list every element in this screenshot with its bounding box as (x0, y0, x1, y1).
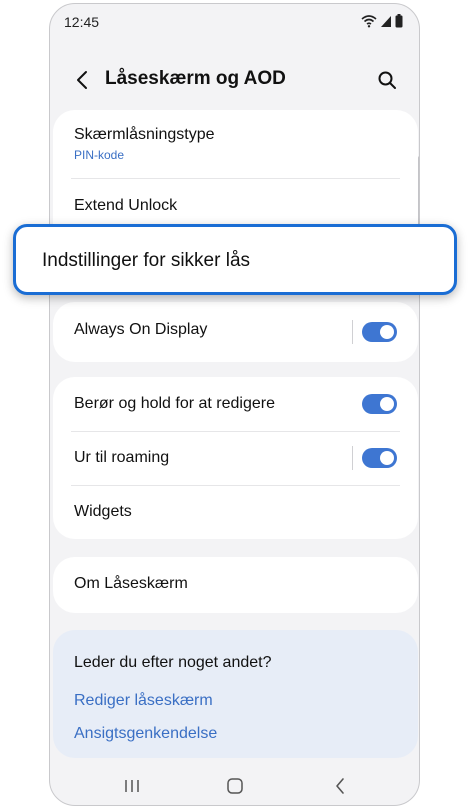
recent-apps-icon (125, 780, 139, 792)
toggle-knob (380, 397, 394, 411)
divider (352, 446, 353, 470)
roaming-clock-item[interactable]: Ur til roaming (53, 432, 418, 485)
suggestions-card: Leder du efter noget andet? Rediger låse… (53, 630, 418, 758)
suggestions-title: Leder du efter noget andet? (74, 654, 272, 671)
about-lockscreen-title: Om Låseskærm (74, 575, 188, 592)
signal-icon (380, 15, 392, 33)
widgets-item[interactable]: Widgets (53, 486, 418, 539)
lock-type-title: Skærmlåsningstype (74, 126, 215, 143)
chevron-left-icon (77, 71, 87, 89)
always-on-display-title: Always On Display (74, 321, 208, 338)
search-button[interactable] (373, 66, 401, 94)
about-lockscreen-item[interactable]: Om Låseskærm (53, 557, 418, 613)
search-icon (378, 71, 396, 89)
edit-settings-card: Berør og hold for at redigere Ur til roa… (53, 377, 418, 539)
about-card: Om Låseskærm (53, 557, 418, 613)
edit-lockscreen-link[interactable]: Rediger låseskærm (74, 692, 213, 710)
toggle-knob (380, 325, 394, 339)
status-time: 12:45 (64, 14, 100, 30)
face-recognition-link[interactable]: Ansigtsgenkendelse (74, 725, 217, 743)
recent-apps-button[interactable] (120, 774, 144, 798)
lock-type-subtitle: PIN-kode (74, 148, 125, 162)
aod-card: Always On Display (53, 302, 418, 362)
lock-type-item[interactable]: Skærmlåsningstype PIN-kode (53, 110, 418, 178)
divider (352, 320, 353, 344)
page-title: Låseskærm og AOD (105, 68, 286, 89)
wifi-icon (361, 14, 377, 33)
toggle-knob (380, 451, 394, 465)
back-icon (336, 778, 344, 794)
app-bar: Låseskærm og AOD (50, 56, 419, 104)
always-on-display-item[interactable]: Always On Display (53, 302, 418, 362)
touch-hold-toggle[interactable] (362, 394, 397, 414)
home-icon (227, 778, 243, 794)
status-bar: 12:45 (50, 4, 419, 40)
touch-hold-item[interactable]: Berør og hold for at redigere (53, 377, 418, 431)
roaming-clock-toggle[interactable] (362, 448, 397, 468)
touch-hold-title: Berør og hold for at redigere (74, 395, 275, 412)
home-button[interactable] (223, 774, 247, 798)
back-button[interactable] (68, 66, 96, 94)
roaming-clock-title: Ur til roaming (74, 449, 170, 466)
always-on-display-toggle[interactable] (362, 322, 397, 342)
phone-frame: 12:45 Låseskærm og AOD Skærmlåsningstype… (49, 3, 420, 806)
secure-lock-settings-item[interactable]: Indstillinger for sikker lås (13, 224, 457, 295)
secure-lock-settings-label: Indstillinger for sikker lås (42, 250, 251, 271)
status-icons (361, 14, 403, 33)
nav-back-button[interactable] (328, 774, 352, 798)
battery-icon (395, 14, 403, 33)
extend-unlock-title: Extend Unlock (74, 197, 178, 214)
widgets-title: Widgets (74, 503, 132, 520)
navigation-bar (50, 768, 419, 804)
